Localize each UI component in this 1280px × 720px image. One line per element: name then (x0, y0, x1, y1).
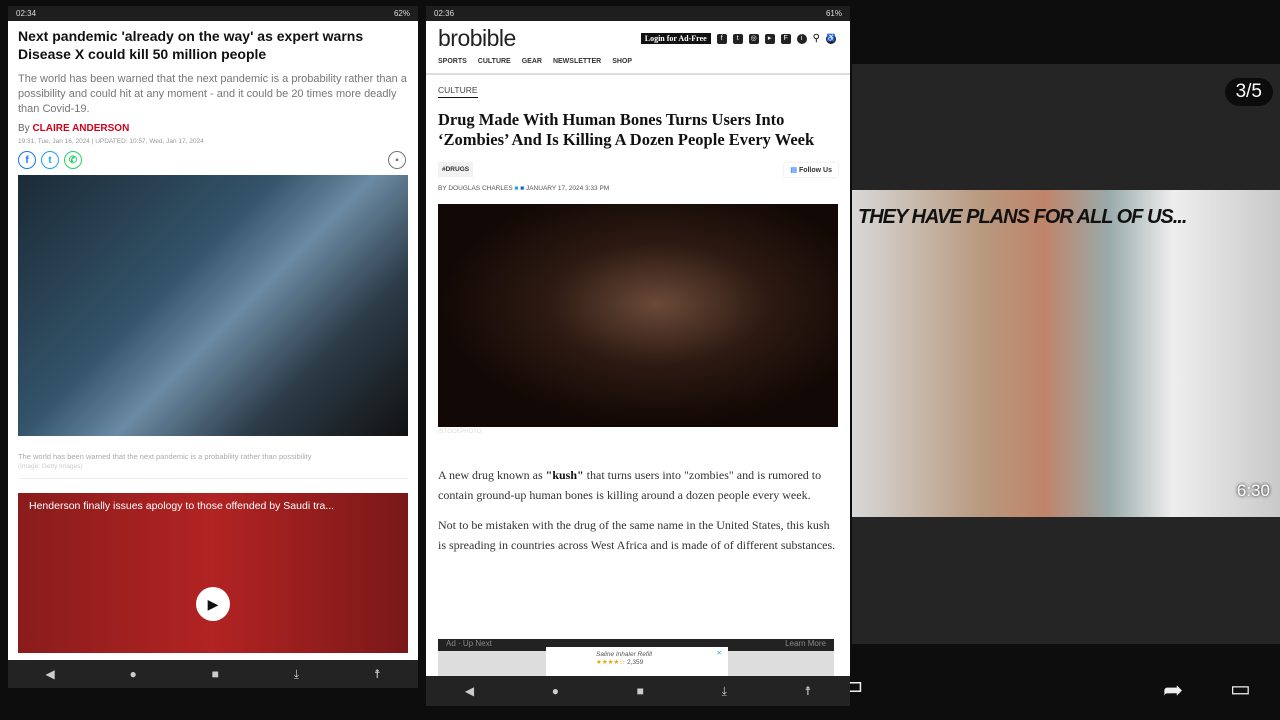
thumbnail-text: THEY HAVE PLANS FOR ALL OF US... (858, 206, 1187, 228)
image-credit: ISTOCKPHOTO (438, 429, 482, 435)
paragraph-2: Not to be mistaken with the drug of the … (438, 518, 836, 552)
status-bar: 02:36 61% (426, 6, 850, 21)
para1-text: A new drug known as (438, 468, 546, 482)
follow-us-button[interactable]: ▤ Follow Us (784, 163, 838, 177)
recents-icon[interactable]: ■ (212, 667, 219, 681)
whatsapp-icon[interactable]: ✆ (64, 151, 82, 169)
video-title: Henderson finally issues apology to thos… (29, 500, 335, 512)
article-page: brobible Login for Ad-Free f t ◎ ▸ F i ⚲… (426, 21, 850, 676)
battery-level: 62% (393, 9, 410, 18)
article-headline: Next pandemic 'already on the way' as ex… (18, 28, 364, 62)
article: CULTURE Drug Made With Human Bones Turns… (426, 75, 850, 555)
tag-row: #DRUGS ▤ Follow Us (438, 162, 838, 177)
facebook-icon[interactable]: f (18, 151, 36, 169)
by-prefix: By (18, 123, 30, 134)
download-icon[interactable]: ⤓ (722, 684, 727, 699)
accessibility-icon[interactable]: ☨ (805, 684, 812, 698)
twitter-icon[interactable]: t (732, 33, 743, 44)
android-nav-bar: ◀ ● ■ ⤓ ☨ (426, 676, 850, 706)
back-icon[interactable]: ◀ (45, 667, 54, 681)
up-next-label: Up Next (462, 639, 492, 648)
ad-product: Saline Inhaler Refill (596, 651, 653, 658)
learn-more-link[interactable]: Learn More (785, 639, 826, 648)
google-news-icon: ▤ (790, 166, 797, 174)
save-icon[interactable]: ⊐ (848, 676, 863, 697)
middle-phone-screen: 02:36 61% brobible Login for Ad-Free f t… (426, 6, 850, 706)
comments-icon[interactable]: ▭ (1230, 676, 1251, 702)
video-ad[interactable]: Ad · Up Next Learn More Saline Inhaler Re… (438, 639, 834, 676)
article-standfirst: The world has been warned that the next … (18, 73, 407, 115)
image-caption: The world has been warned that the next … (18, 452, 312, 461)
article-headline: Drug Made With Human Bones Turns Users I… (438, 110, 815, 149)
tag-drugs[interactable]: #DRUGS (438, 162, 474, 177)
header-tools: Login for Ad-Free f t ◎ ▸ F i ⚲ ♿ (640, 33, 836, 44)
follow-label: Follow Us (798, 166, 832, 174)
comments-icon[interactable]: ▪ (388, 151, 406, 169)
byline: BY DOUGLAS CHARLES ■ ■ JANUARY 17, 2024 … (438, 185, 838, 192)
paragraph-1: A new drug known as "kush" that turns us… (438, 465, 838, 505)
share-bar: f t ✆ ▪ (18, 151, 408, 169)
flipboard-icon[interactable]: F (780, 33, 791, 44)
article-dates: 19:31, Tue, Jan 16, 2024 | UPDATED: 10:5… (18, 138, 204, 145)
site-nav: SPORTS CULTURE GEAR NEWSLETTER SHOP (438, 58, 838, 65)
close-icon[interactable]: ✕ (717, 649, 722, 657)
para1-bold: "kush" (545, 468, 584, 482)
search-icon[interactable]: ⚲ (813, 33, 820, 44)
ad-label: Ad (446, 639, 456, 648)
category-kicker[interactable]: CULTURE (438, 85, 478, 98)
accessibility-icon[interactable]: ☨ (374, 667, 381, 681)
left-phone-screen: 02:34 62% Next pandemic 'already on the … (8, 6, 418, 688)
twitter-icon[interactable]: ■ (514, 185, 518, 192)
rating-count: 2,359 (626, 659, 644, 666)
login-ad-free-button[interactable]: Login for Ad-Free (640, 33, 711, 44)
nav-shop[interactable]: SHOP (612, 58, 632, 65)
ad-card[interactable]: Saline Inhaler Refill ★★★★☆ 2,359 ✕ (546, 647, 728, 676)
back-icon[interactable]: ◀ (465, 684, 474, 698)
image-credit: (Image: Getty Images) (18, 463, 408, 479)
status-time: 02:34 (16, 9, 37, 18)
facebook-icon[interactable]: f (716, 33, 727, 44)
video-panel: 3/5 THEY HAVE PLANS FOR ALL OF US... 6:3… (852, 64, 1280, 644)
download-icon[interactable]: ⤓ (294, 667, 299, 682)
play-icon[interactable]: ▶ (196, 587, 230, 621)
article-body: A new drug known as "kush" that turns us… (438, 465, 838, 555)
home-icon[interactable]: ● (552, 684, 559, 698)
share-icon[interactable]: ➦ (1163, 676, 1183, 705)
video-thumbnail[interactable]: THEY HAVE PLANS FOR ALL OF US... 6:30 (852, 190, 1280, 517)
battery-level: 61% (825, 9, 842, 18)
video-player[interactable]: Henderson finally issues apology to thos… (18, 493, 408, 653)
video-duration: 6:30 (1236, 481, 1270, 500)
article-date: JANUARY 17, 2024 3:33 PM (525, 185, 610, 192)
author-link[interactable]: CLAIRE ANDERSON (32, 123, 129, 134)
recents-icon[interactable]: ■ (637, 684, 644, 698)
linkedin-icon[interactable]: ■ (520, 185, 524, 192)
nav-gear[interactable]: GEAR (522, 58, 542, 65)
author-name[interactable]: BY DOUGLAS CHARLES (438, 185, 513, 192)
info-icon[interactable]: i (796, 33, 807, 44)
accessibility-icon[interactable]: ♿ (826, 33, 836, 44)
status-bar: 02:34 62% (8, 6, 418, 21)
youtube-icon[interactable]: ▸ (764, 33, 775, 44)
article-hero-image (18, 175, 408, 436)
nav-newsletter[interactable]: NEWSLETTER (553, 58, 601, 65)
android-nav-bar: ◀ ● ■ ⤓ ☨ (8, 660, 418, 688)
nav-culture[interactable]: CULTURE (478, 58, 511, 65)
slide-counter: 3/5 (1224, 78, 1273, 106)
byline: By CLAIRE ANDERSON (18, 123, 408, 134)
nav-sports[interactable]: SPORTS (438, 58, 467, 65)
article-page: Next pandemic 'already on the way' as ex… (8, 21, 418, 660)
site-header: brobible Login for Ad-Free f t ◎ ▸ F i ⚲… (426, 21, 850, 75)
status-time: 02:36 (434, 9, 455, 18)
article-hero-image (438, 204, 838, 427)
home-icon[interactable]: ● (130, 667, 137, 681)
rating-stars: ★★★★☆ (596, 659, 626, 666)
instagram-icon[interactable]: ◎ (748, 33, 759, 44)
twitter-icon[interactable]: t (41, 151, 59, 169)
